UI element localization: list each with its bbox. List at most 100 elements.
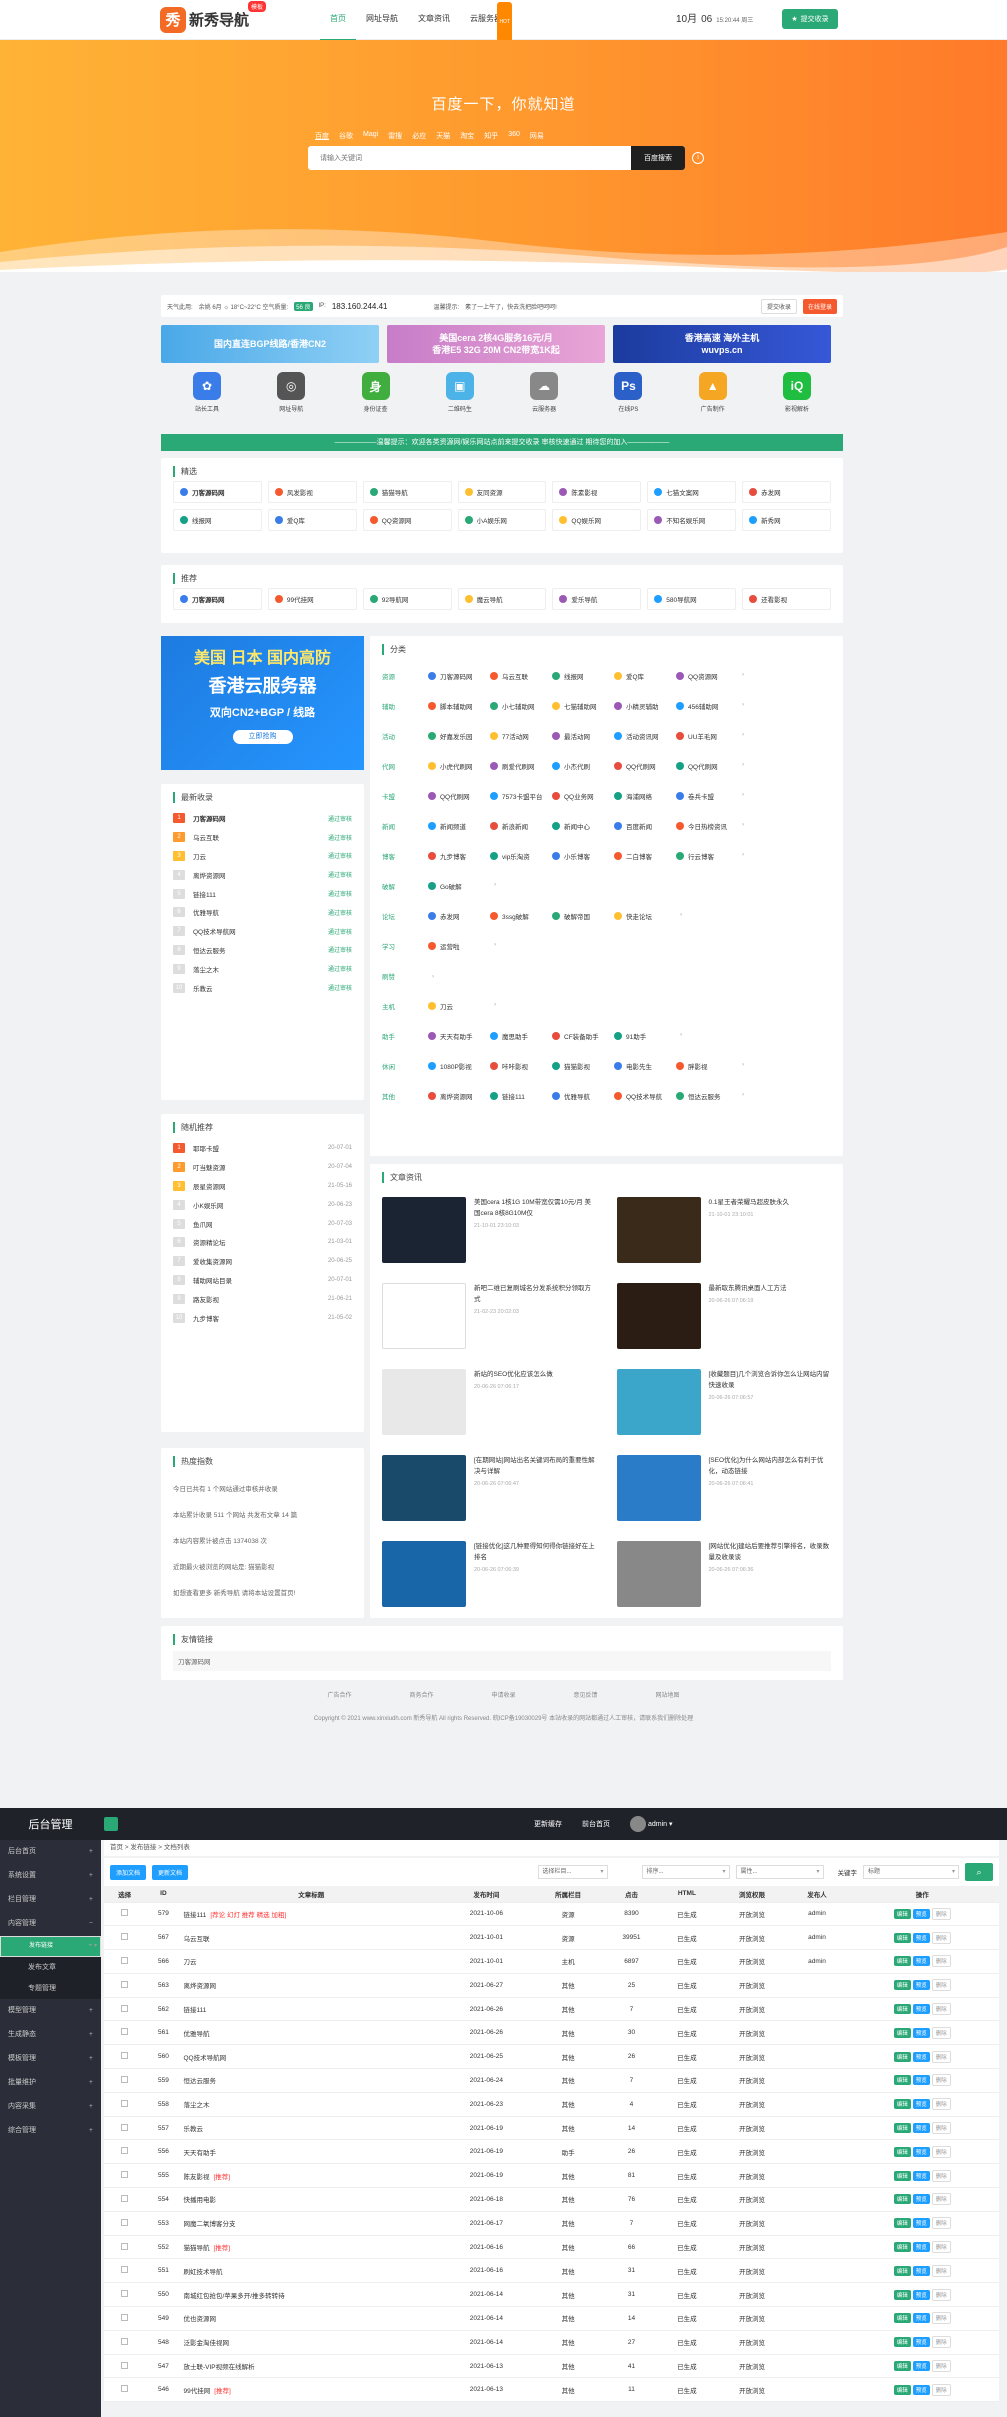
- engine-tab[interactable]: 淘宝: [460, 131, 474, 141]
- delete-button[interactable]: 删除: [931, 2383, 951, 2396]
- site-link[interactable]: 海浦网络: [614, 791, 676, 801]
- delete-button[interactable]: 删除: [931, 2360, 951, 2373]
- category-label[interactable]: 刷赞: [382, 971, 428, 981]
- row-checkbox[interactable]: [121, 2052, 129, 2060]
- site-link[interactable]: 离烨资源网: [428, 1091, 490, 1101]
- banner-ad[interactable]: 美国cera 2核4G服务16元/月 香港E5 32G 20M CN2带宽1K起: [387, 325, 605, 363]
- article-item[interactable]: [链接优化]这几种要得知何得你链接好在上排名 20-06-26 07:06:39: [382, 1541, 597, 1607]
- chevron-right-icon[interactable]: ›: [494, 1001, 496, 1011]
- site-link[interactable]: 新秀网: [742, 509, 831, 531]
- site-link[interactable]: 运营啦: [428, 941, 490, 951]
- row-checkbox[interactable]: [121, 2242, 129, 2250]
- user-menu[interactable]: admin ▾: [630, 1816, 673, 1832]
- edit-button[interactable]: 编辑: [893, 1956, 911, 1967]
- site-link[interactable]: 爱Q库: [614, 671, 676, 681]
- delete-button[interactable]: 删除: [931, 2264, 951, 2277]
- delete-button[interactable]: 删除: [931, 1955, 951, 1968]
- site-link[interactable]: 爱乐导航: [552, 588, 642, 610]
- list-item[interactable]: 4 离烨资源网 通过审核: [173, 865, 352, 884]
- article-item[interactable]: 0.1星王者荣耀马超皮肤永久 21-10-01 23:10:01: [616, 1197, 832, 1263]
- list-item[interactable]: 1 耶耶卡盟 20-07-01: [173, 1139, 352, 1158]
- sidebar-item[interactable]: 发布文章: [0, 1957, 101, 1978]
- article-title-link[interactable]: 刀云: [183, 1959, 196, 1966]
- edit-button[interactable]: 编辑: [893, 2051, 911, 2062]
- chevron-right-icon[interactable]: ›: [742, 1091, 744, 1101]
- edit-button[interactable]: 编辑: [893, 2123, 911, 2134]
- article-item[interactable]: 新吧二维已复刷城名分发系统积分领取方式 21-02-23 20:02:03: [382, 1283, 597, 1349]
- site-link[interactable]: 小杰代刷: [552, 761, 614, 771]
- chevron-right-icon[interactable]: ›: [680, 911, 682, 921]
- site-link[interactable]: 恒达云服务: [676, 1091, 738, 1101]
- edit-button[interactable]: 编辑: [893, 2265, 911, 2276]
- add-doc-button[interactable]: 添加文档: [110, 1864, 147, 1880]
- article-title-link[interactable]: 网魔二氧博客分支: [183, 2221, 235, 2228]
- site-link[interactable]: 九步博客: [428, 851, 490, 861]
- row-checkbox[interactable]: [121, 2099, 129, 2107]
- delete-button[interactable]: 删除: [931, 2193, 951, 2206]
- article-item[interactable]: [收藏题目]几个浏览合诉你怎么让网站内留快速收录 20-06-26 07:06:5…: [616, 1369, 832, 1435]
- engine-tab[interactable]: 网易: [530, 131, 544, 141]
- site-link[interactable]: 友同资源: [457, 481, 547, 503]
- site-link[interactable]: 胖影视: [676, 1061, 738, 1071]
- category-label[interactable]: 休闲: [382, 1061, 428, 1071]
- site-link[interactable]: 爱Q库: [267, 509, 357, 531]
- edit-button[interactable]: 编辑: [893, 2170, 911, 2181]
- submit-site-button[interactable]: ★ 提交收录: [782, 9, 838, 29]
- chevron-right-icon[interactable]: ›: [742, 1061, 744, 1071]
- site-link[interactable]: 91助手: [614, 1031, 676, 1041]
- site-link[interactable]: 580导航网: [647, 588, 737, 610]
- site-link[interactable]: QQ业务网: [552, 791, 614, 801]
- preview-button[interactable]: 预览: [912, 1956, 930, 1967]
- preview-button[interactable]: 预览: [912, 1932, 930, 1943]
- site-link[interactable]: 行云博客: [676, 851, 738, 861]
- edit-button[interactable]: 编辑: [893, 2313, 911, 2324]
- category-label[interactable]: 主机: [382, 1001, 428, 1011]
- banner-ad[interactable]: 国内直连BGP线路/香港CN2: [161, 325, 379, 363]
- row-checkbox[interactable]: [121, 1909, 129, 1917]
- article-title-link[interactable]: QQ技术导航网: [183, 2055, 226, 2062]
- article-title-link[interactable]: 链接111: [183, 2007, 206, 2014]
- preview-button[interactable]: 预览: [912, 2218, 930, 2229]
- engine-tab[interactable]: 360: [508, 131, 520, 141]
- chevron-right-icon[interactable]: ›: [742, 731, 744, 741]
- engine-tab[interactable]: 雷搜: [388, 131, 402, 141]
- category-label[interactable]: 代网: [382, 761, 428, 771]
- preview-button[interactable]: 预览: [912, 2170, 930, 2181]
- engine-tab[interactable]: 知乎: [484, 131, 498, 141]
- row-checkbox[interactable]: [121, 2218, 129, 2226]
- edit-button[interactable]: 编辑: [893, 2289, 911, 2300]
- info-icon[interactable]: i: [692, 152, 704, 164]
- nav-directory[interactable]: 网址导航: [356, 0, 408, 41]
- site-link[interactable]: 猫猫影视: [552, 1061, 614, 1071]
- edit-button[interactable]: 提交收录: [760, 298, 797, 314]
- site-link[interactable]: 好嘉发乐园: [428, 731, 490, 741]
- preview-button[interactable]: 预览: [912, 2027, 930, 2038]
- sidebar-item[interactable]: 内容管理 −: [0, 1912, 101, 1936]
- chevron-right-icon[interactable]: ›: [742, 851, 744, 861]
- tool-item[interactable]: ▲ 广告制作: [687, 372, 739, 413]
- delete-button[interactable]: 删除: [931, 2098, 951, 2111]
- edit-button[interactable]: 编辑: [893, 2337, 911, 2348]
- nav-cloud[interactable]: 云服务器 HOT: [460, 0, 512, 42]
- site-link[interactable]: 线报网: [173, 509, 262, 531]
- delete-button[interactable]: 删除: [931, 2145, 951, 2158]
- keyword-input[interactable]: 标题: [863, 1865, 959, 1879]
- footer-link[interactable]: 网站地图: [656, 1690, 680, 1699]
- attribute-select[interactable]: 属性...: [735, 1865, 824, 1879]
- list-item[interactable]: 5 链接111 通过审核: [173, 884, 352, 903]
- preview-button[interactable]: 预览: [912, 1908, 930, 1919]
- site-link[interactable]: 还看影视: [742, 588, 831, 610]
- chevron-right-icon[interactable]: ›: [432, 973, 434, 980]
- site-link[interactable]: QQ资源网: [676, 671, 738, 681]
- site-link[interactable]: 最活动网: [552, 731, 614, 741]
- row-checkbox[interactable]: [121, 2075, 129, 2083]
- search-button[interactable]: 百度搜索: [631, 146, 685, 170]
- site-link[interactable]: 刷爱代刷网: [490, 761, 552, 771]
- site-link[interactable]: 77活动网: [490, 731, 552, 741]
- preview-button[interactable]: 预览: [912, 2384, 930, 2395]
- preview-button[interactable]: 预览: [912, 2265, 930, 2276]
- row-checkbox[interactable]: [121, 1980, 129, 1988]
- article-item[interactable]: [SEO优化]为什么网站内部怎么有利于优化，动态链接 20-06-26 07:06…: [616, 1455, 832, 1521]
- site-link[interactable]: 七猫文案网: [647, 481, 737, 503]
- delete-button[interactable]: 删除: [931, 1907, 951, 1920]
